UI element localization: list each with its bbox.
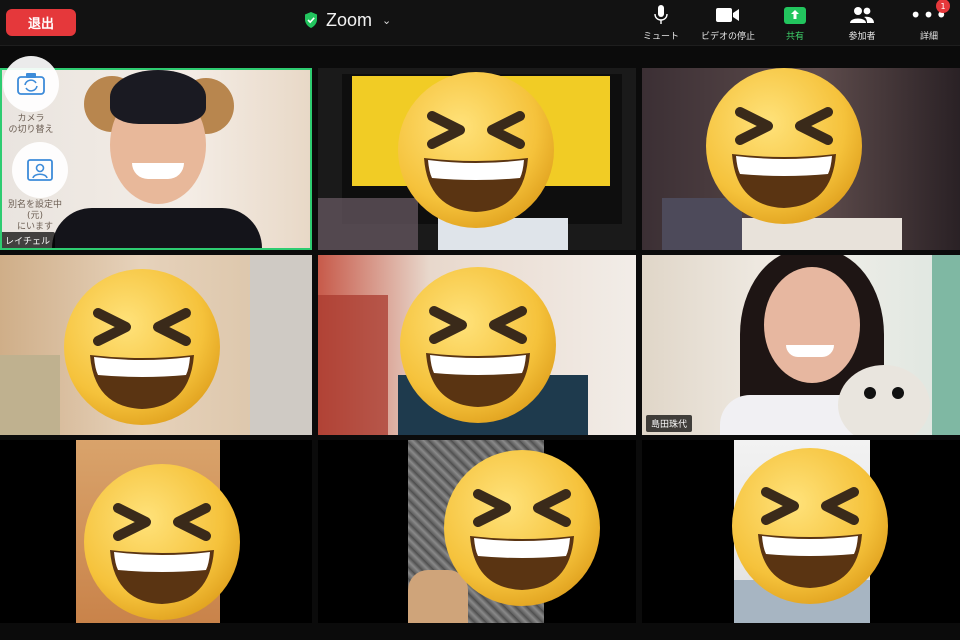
stop-video-button[interactable]: ビデオの停止 xyxy=(698,4,758,42)
background-label: 別名を設定中 (元) にいます xyxy=(7,200,62,232)
participants-button[interactable]: 参加者 xyxy=(832,4,892,42)
meeting-title[interactable]: Zoom ⌄ xyxy=(304,8,391,32)
grinning-squinting-face-icon xyxy=(444,450,600,606)
emoji-mask-2 xyxy=(396,70,556,230)
leave-button[interactable]: 退出 xyxy=(6,9,76,36)
more-label: 詳細 xyxy=(919,32,938,42)
video-tile-5[interactable] xyxy=(318,255,636,435)
top-toolbar: 退出 Zoom ⌄ ミュート ビデオの停止 共有 参加者 ••• 1 詳細 xyxy=(0,0,960,46)
emoji-mask-3 xyxy=(704,68,864,226)
video-tile-2[interactable] xyxy=(318,68,636,250)
app-name: Zoom xyxy=(326,9,373,30)
grinning-squinting-face-icon xyxy=(398,72,554,228)
video-tile-8[interactable] xyxy=(318,440,636,623)
more-button[interactable]: ••• 1 詳細 xyxy=(899,0,959,42)
camera-switch-icon xyxy=(17,73,45,95)
participants-icon xyxy=(850,7,874,23)
self-name-tag: レイチェル xyxy=(0,232,56,249)
emoji-mask-4 xyxy=(62,267,222,427)
virtual-background-button[interactable] xyxy=(12,142,68,198)
mute-label: ミュート xyxy=(642,32,679,42)
video-tile-4[interactable] xyxy=(0,255,312,435)
participants-label: 参加者 xyxy=(848,32,876,42)
video-label: ビデオの停止 xyxy=(700,32,755,42)
video-tile-3[interactable] xyxy=(642,68,960,250)
portrait-icon xyxy=(27,159,53,181)
video-camera-icon xyxy=(716,8,739,22)
grinning-squinting-face-icon xyxy=(64,269,220,425)
grinning-squinting-face-icon xyxy=(732,448,888,604)
shield-icon xyxy=(305,12,317,28)
mute-button[interactable]: ミュート xyxy=(631,4,691,42)
video-tile-9[interactable] xyxy=(642,440,960,623)
share-screen-button[interactable]: 共有 xyxy=(765,4,825,42)
participant-name-tag: 島田珠代 xyxy=(646,415,693,432)
video-tile-6[interactable]: 島田珠代 xyxy=(642,255,960,435)
emoji-mask-5 xyxy=(398,265,558,425)
emoji-mask-9 xyxy=(730,446,890,606)
grinning-squinting-face-icon xyxy=(706,68,862,224)
share-screen-icon xyxy=(784,6,806,24)
grinning-squinting-face-icon xyxy=(400,267,556,423)
share-label: 共有 xyxy=(785,32,804,42)
video-tile-7[interactable] xyxy=(0,440,312,623)
emoji-mask-8 xyxy=(442,448,602,608)
emoji-mask-7 xyxy=(82,462,242,622)
microphone-icon xyxy=(654,5,668,24)
switch-camera-button[interactable] xyxy=(3,56,59,112)
switch-camera-label: カメラ の切り替え xyxy=(8,114,54,135)
grinning-squinting-face-icon xyxy=(84,464,240,620)
chevron-down-icon: ⌄ xyxy=(382,13,392,27)
